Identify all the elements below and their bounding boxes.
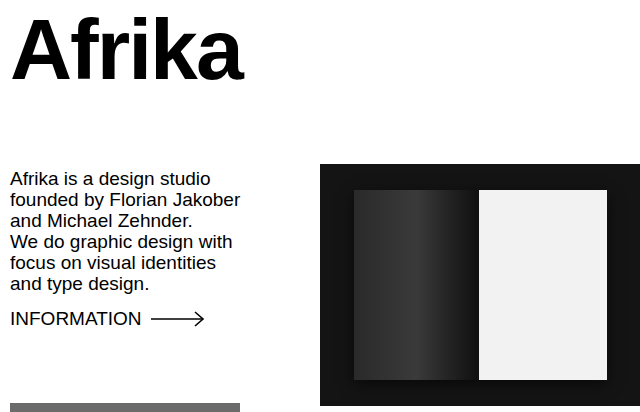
intro-line: founded by Florian Jakober xyxy=(10,189,320,210)
intro-line: and type design. xyxy=(10,273,320,294)
header: Afrika xyxy=(0,0,640,164)
intro-line: and Michael Zehnder. xyxy=(10,210,320,231)
intro-line: Afrika is a design studio xyxy=(10,168,320,189)
intro-line: focus on visual identities xyxy=(10,252,320,273)
logo[interactable]: Afrika xyxy=(10,6,630,92)
intro-text: Afrika is a design studiofounded by Flor… xyxy=(10,168,320,294)
book xyxy=(354,190,607,380)
project-photo[interactable] xyxy=(320,164,640,406)
information-label: INFORMATION xyxy=(10,308,142,330)
information-link[interactable]: INFORMATION xyxy=(10,308,206,330)
book-left-page xyxy=(354,190,479,380)
project-photo-bottom[interactable] xyxy=(10,403,240,412)
arrow-right-icon xyxy=(150,311,206,327)
page: Afrika Afrika is a design studiofounded b… xyxy=(0,0,640,412)
book-right-page xyxy=(479,190,607,380)
intro-line: We do graphic design with xyxy=(10,231,320,252)
intro-column: Afrika is a design studiofounded by Flor… xyxy=(0,164,320,412)
main: Afrika is a design studiofounded by Flor… xyxy=(0,164,640,412)
